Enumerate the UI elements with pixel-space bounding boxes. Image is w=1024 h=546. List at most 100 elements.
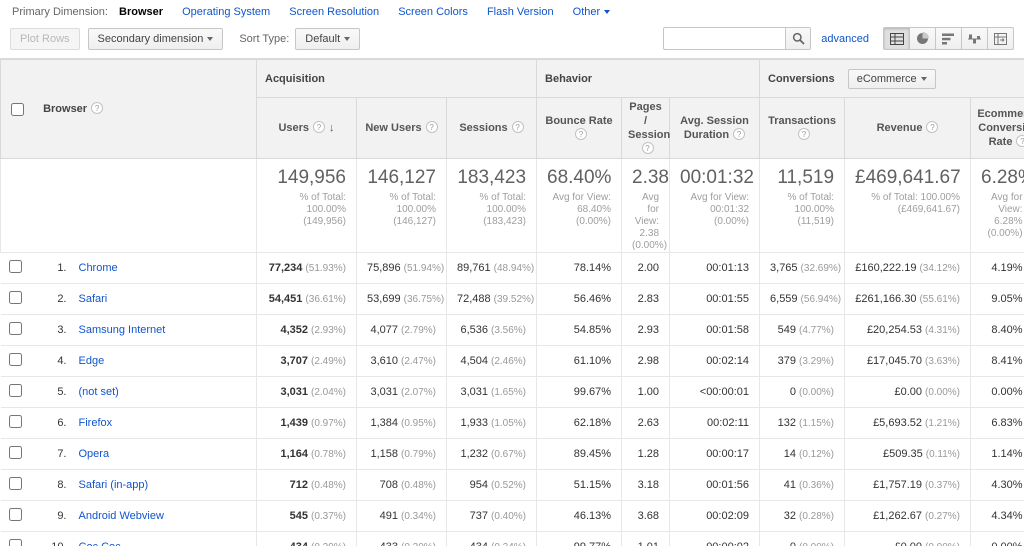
summary-row: 149,956% of Total: 100.00% (149,956) 146… [0, 158, 1024, 253]
column-header-transactions[interactable]: Transactions [759, 97, 846, 159]
sort-descending-icon [329, 122, 335, 134]
browser-cell: 9. Android Webview [30, 500, 257, 532]
column-header-avg-session-duration[interactable]: Avg. Session Duration [669, 97, 761, 159]
sessions-cell: 72,488 (39.52%) [445, 283, 537, 315]
column-header-sessions[interactable]: Sessions [445, 97, 538, 159]
avg-session-duration-cell: 00:00:02 [669, 531, 760, 546]
browser-link[interactable]: Opera [79, 448, 110, 460]
performance-view-button[interactable] [935, 27, 962, 50]
users-cell: 1,164 (0.78%) [256, 438, 357, 470]
column-header-ecommerce-conversion-rate[interactable]: Ecommerce Conversion Rate [970, 97, 1024, 159]
row-checkbox[interactable] [9, 384, 22, 397]
row-checkbox-cell[interactable] [0, 314, 31, 346]
table-row: 8. Safari (in-app) 712 (0.48%) 708 (0.48%) … [0, 469, 1024, 501]
bounce-rate-cell: 62.18% [536, 407, 622, 439]
browser-cell: 3. Samsung Internet [30, 314, 257, 346]
select-all-checkbox[interactable] [11, 102, 24, 116]
advanced-search-link[interactable]: advanced [821, 33, 869, 45]
row-checkbox[interactable] [9, 322, 22, 335]
avg-session-duration-cell: 00:01:58 [669, 314, 760, 346]
row-checkbox[interactable] [9, 353, 22, 366]
dimension-tab-screen-resolution[interactable]: Screen Resolution [289, 6, 379, 18]
row-checkbox[interactable] [9, 415, 22, 428]
table-row: 2. Safari 54,451 (36.61%) 53,699 (36.75%) 7… [0, 283, 1024, 315]
help-icon[interactable] [733, 128, 746, 140]
help-icon[interactable] [641, 142, 654, 154]
summary-ecommerce-conversion-rate: 6.28%Avg for View: 6.28% (0.00%) [970, 158, 1024, 253]
table-view-button[interactable] [883, 27, 910, 50]
dimension-tab-screen-colors[interactable]: Screen Colors [398, 6, 468, 18]
pivot-table-icon [994, 32, 1007, 45]
browser-link[interactable]: Samsung Internet [79, 324, 166, 336]
row-checkbox-cell[interactable] [0, 283, 31, 315]
browser-link[interactable]: Firefox [79, 417, 113, 429]
row-checkbox-cell[interactable] [0, 252, 31, 284]
help-icon[interactable] [511, 121, 524, 133]
help-icon[interactable] [926, 121, 939, 133]
column-header-revenue[interactable]: Revenue [844, 97, 972, 159]
pages-session-cell: 3.68 [621, 500, 670, 532]
table-body: 1. Chrome 77,234 (51.93%) 75,896 (51.94%) 8… [0, 252, 1024, 546]
conversions-goal-dropdown[interactable]: eCommerce [847, 68, 936, 89]
plot-rows-button[interactable]: Plot Rows [10, 27, 80, 50]
row-checkbox[interactable] [9, 260, 22, 273]
column-header-bounce-rate[interactable]: Bounce Rate [536, 97, 623, 159]
row-checkbox-cell[interactable] [0, 407, 31, 439]
dimension-tab-flash-version[interactable]: Flash Version [487, 6, 554, 18]
browser-link[interactable]: Edge [79, 355, 105, 367]
row-checkbox-cell[interactable] [0, 469, 31, 501]
users-cell: 3,707 (2.49%) [256, 345, 357, 377]
help-icon[interactable] [425, 121, 438, 133]
row-checkbox[interactable] [9, 446, 22, 459]
group-header-row: Browser Acquisition Behavior Conversions… [0, 59, 1024, 159]
users-cell: 712 (0.48%) [256, 469, 357, 501]
column-header-pages-session[interactable]: Pages / Session [621, 97, 670, 159]
bounce-rate-cell: 89.45% [536, 438, 622, 470]
row-index: 3. [57, 324, 67, 336]
users-cell: 77,234 (51.93%) [256, 252, 357, 284]
row-checkbox[interactable] [9, 477, 22, 490]
row-checkbox-cell[interactable] [0, 438, 31, 470]
column-header-browser[interactable]: Browser [0, 59, 257, 159]
column-header-new-users[interactable]: New Users [356, 97, 447, 159]
browser-link[interactable]: Android Webview [79, 510, 164, 522]
new-users-cell: 3,031 (2.07%) [356, 376, 447, 408]
row-checkbox[interactable] [9, 291, 22, 304]
summary-transactions: 11,519% of Total: 100.00% (11,519) [759, 158, 845, 253]
row-checkbox-cell[interactable] [0, 500, 31, 532]
help-icon[interactable] [91, 102, 104, 115]
percentage-view-button[interactable] [909, 27, 936, 50]
new-users-cell: 1,384 (0.95%) [356, 407, 447, 439]
help-icon[interactable] [1016, 135, 1024, 147]
dimension-tab-operating-system[interactable]: Operating System [182, 6, 270, 18]
bounce-rate-cell: 51.15% [536, 469, 622, 501]
help-icon[interactable] [798, 128, 811, 140]
new-users-cell: 53,699 (36.75%) [356, 283, 447, 315]
browser-link[interactable]: (not set) [79, 386, 119, 398]
browser-link[interactable]: Safari [79, 293, 108, 305]
row-checkbox-cell[interactable] [0, 531, 31, 546]
sort-type-dropdown[interactable]: Default [295, 27, 361, 50]
row-checkbox-cell[interactable] [0, 345, 31, 377]
help-icon[interactable] [575, 128, 588, 140]
users-cell: 545 (0.37%) [256, 500, 357, 532]
row-checkbox-cell[interactable] [0, 376, 31, 408]
help-icon[interactable] [313, 121, 326, 133]
browser-link[interactable]: Safari (in-app) [79, 479, 149, 491]
transactions-cell: 41 (0.36%) [759, 469, 845, 501]
row-checkbox[interactable] [9, 539, 22, 546]
transactions-cell: 6,559 (56.94%) [759, 283, 845, 315]
sessions-cell: 6,536 (3.56%) [445, 314, 537, 346]
column-header-users[interactable]: Users [256, 97, 357, 159]
pivot-view-button[interactable] [987, 27, 1014, 50]
dimension-tab-browser[interactable]: Browser [119, 6, 163, 18]
search-button[interactable] [785, 27, 812, 50]
secondary-dimension-dropdown[interactable]: Secondary dimension [87, 27, 224, 50]
browser-link[interactable]: Coc Coc [79, 541, 121, 546]
dimension-tab-other[interactable]: Other [573, 6, 611, 18]
browser-link[interactable]: Chrome [79, 262, 118, 274]
row-checkbox[interactable] [9, 508, 22, 521]
search-input[interactable] [663, 27, 786, 50]
comparison-view-button[interactable] [961, 27, 988, 50]
toolbar-right: advanced [663, 27, 1014, 50]
